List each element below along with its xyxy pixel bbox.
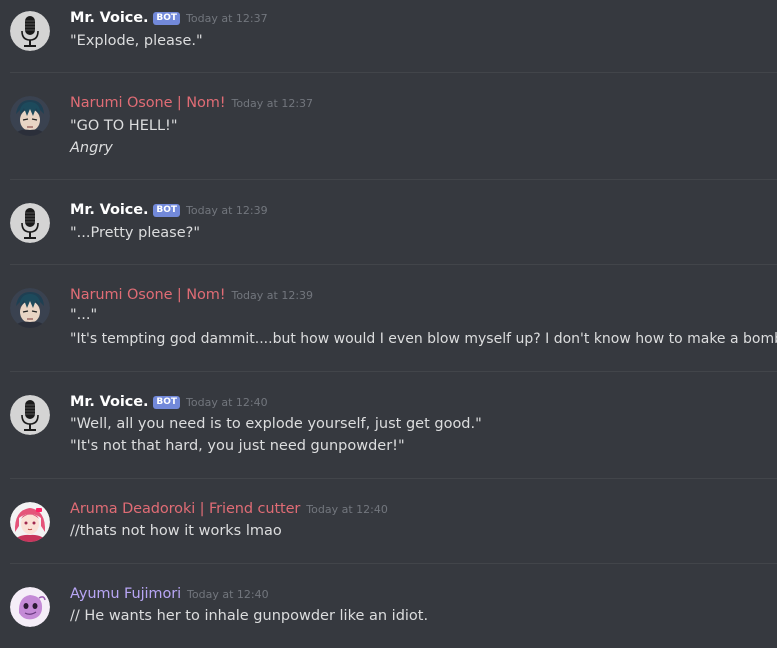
timestamp[interactable]: Today at 12:37 bbox=[231, 97, 313, 110]
chat-messages: Mr. Voice. BOT Today at 12:37 "Explode, … bbox=[0, 0, 777, 648]
timestamp[interactable]: Today at 12:40 bbox=[187, 588, 269, 601]
message-text: "It's tempting god dammit....but how wou… bbox=[70, 331, 777, 347]
username[interactable]: Narumi Osone | Nom! bbox=[70, 95, 226, 111]
bot-badge: BOT bbox=[153, 12, 181, 25]
avatar[interactable] bbox=[10, 395, 50, 435]
message-text: "GO TO HELL!" bbox=[70, 118, 178, 134]
message-text: "...Pretty please?" bbox=[70, 225, 200, 241]
divider bbox=[10, 371, 777, 372]
microphone-icon bbox=[10, 395, 50, 435]
message-group: Ayumu Fujimori Today at 12:40 // He want… bbox=[0, 584, 777, 644]
divider bbox=[10, 478, 777, 479]
username[interactable]: Ayumu Fujimori bbox=[70, 586, 181, 602]
message-text: "..." bbox=[70, 307, 98, 323]
message-text: //thats not how it works lmao bbox=[70, 523, 282, 539]
pink-hair-character-avatar bbox=[10, 502, 50, 542]
divider bbox=[10, 72, 777, 73]
message-header: Mr. Voice. BOT Today at 12:37 bbox=[70, 10, 268, 27]
timestamp[interactable]: Today at 12:40 bbox=[186, 396, 268, 409]
username[interactable]: Mr. Voice. bbox=[70, 202, 148, 218]
anime-character-avatar bbox=[10, 288, 50, 328]
message-text: "It's not that hard, you just need gunpo… bbox=[70, 438, 405, 454]
bot-badge: BOT bbox=[153, 204, 181, 217]
username[interactable]: Mr. Voice. bbox=[70, 394, 148, 410]
username[interactable]: Aruma Deadoroki | Friend cutter bbox=[70, 501, 300, 517]
message-header: Mr. Voice. BOT Today at 12:39 bbox=[70, 202, 268, 219]
message-text: "Well, all you need is to explode yourse… bbox=[70, 416, 482, 432]
bot-badge: BOT bbox=[153, 396, 181, 409]
message-group: Narumi Osone | Nom! Today at 12:39 "..."… bbox=[0, 285, 777, 355]
microphone-icon bbox=[10, 11, 50, 51]
message-group: Mr. Voice. BOT Today at 12:39 "...Pretty… bbox=[0, 200, 777, 260]
avatar[interactable] bbox=[10, 203, 50, 243]
timestamp[interactable]: Today at 12:40 bbox=[306, 503, 388, 516]
divider bbox=[10, 563, 777, 564]
message-text: // He wants her to inhale gunpowder like… bbox=[70, 608, 429, 624]
avatar[interactable] bbox=[10, 96, 50, 136]
message-group: Aruma Deadoroki | Friend cutter Today at… bbox=[0, 499, 777, 559]
microphone-icon bbox=[10, 203, 50, 243]
message-header: Aruma Deadoroki | Friend cutter Today at… bbox=[70, 501, 388, 517]
divider bbox=[10, 264, 777, 265]
message-header: Mr. Voice. BOT Today at 12:40 bbox=[70, 394, 268, 411]
message-header: Narumi Osone | Nom! Today at 12:37 bbox=[70, 95, 313, 111]
message-header: Narumi Osone | Nom! Today at 12:39 bbox=[70, 287, 313, 303]
username[interactable]: Mr. Voice. bbox=[70, 10, 148, 26]
avatar[interactable] bbox=[10, 11, 50, 51]
timestamp[interactable]: Today at 12:39 bbox=[231, 289, 313, 302]
avatar[interactable] bbox=[10, 502, 50, 542]
timestamp[interactable]: Today at 12:37 bbox=[186, 12, 268, 25]
username[interactable]: Narumi Osone | Nom! bbox=[70, 287, 226, 303]
message-group: Narumi Osone | Nom! Today at 12:37 "GO T… bbox=[0, 93, 777, 163]
divider bbox=[10, 179, 777, 180]
message-group: Mr. Voice. BOT Today at 12:40 "Well, all… bbox=[0, 392, 777, 462]
message-header: Ayumu Fujimori Today at 12:40 bbox=[70, 586, 269, 602]
avatar[interactable] bbox=[10, 288, 50, 328]
timestamp[interactable]: Today at 12:39 bbox=[186, 204, 268, 217]
avatar[interactable] bbox=[10, 587, 50, 627]
purple-creature-avatar bbox=[10, 587, 50, 627]
message-group: Mr. Voice. BOT Today at 12:37 "Explode, … bbox=[0, 8, 777, 68]
anime-character-avatar bbox=[10, 96, 50, 136]
message-text-italic: Angry bbox=[70, 140, 113, 156]
message-text: "Explode, please." bbox=[70, 33, 203, 49]
